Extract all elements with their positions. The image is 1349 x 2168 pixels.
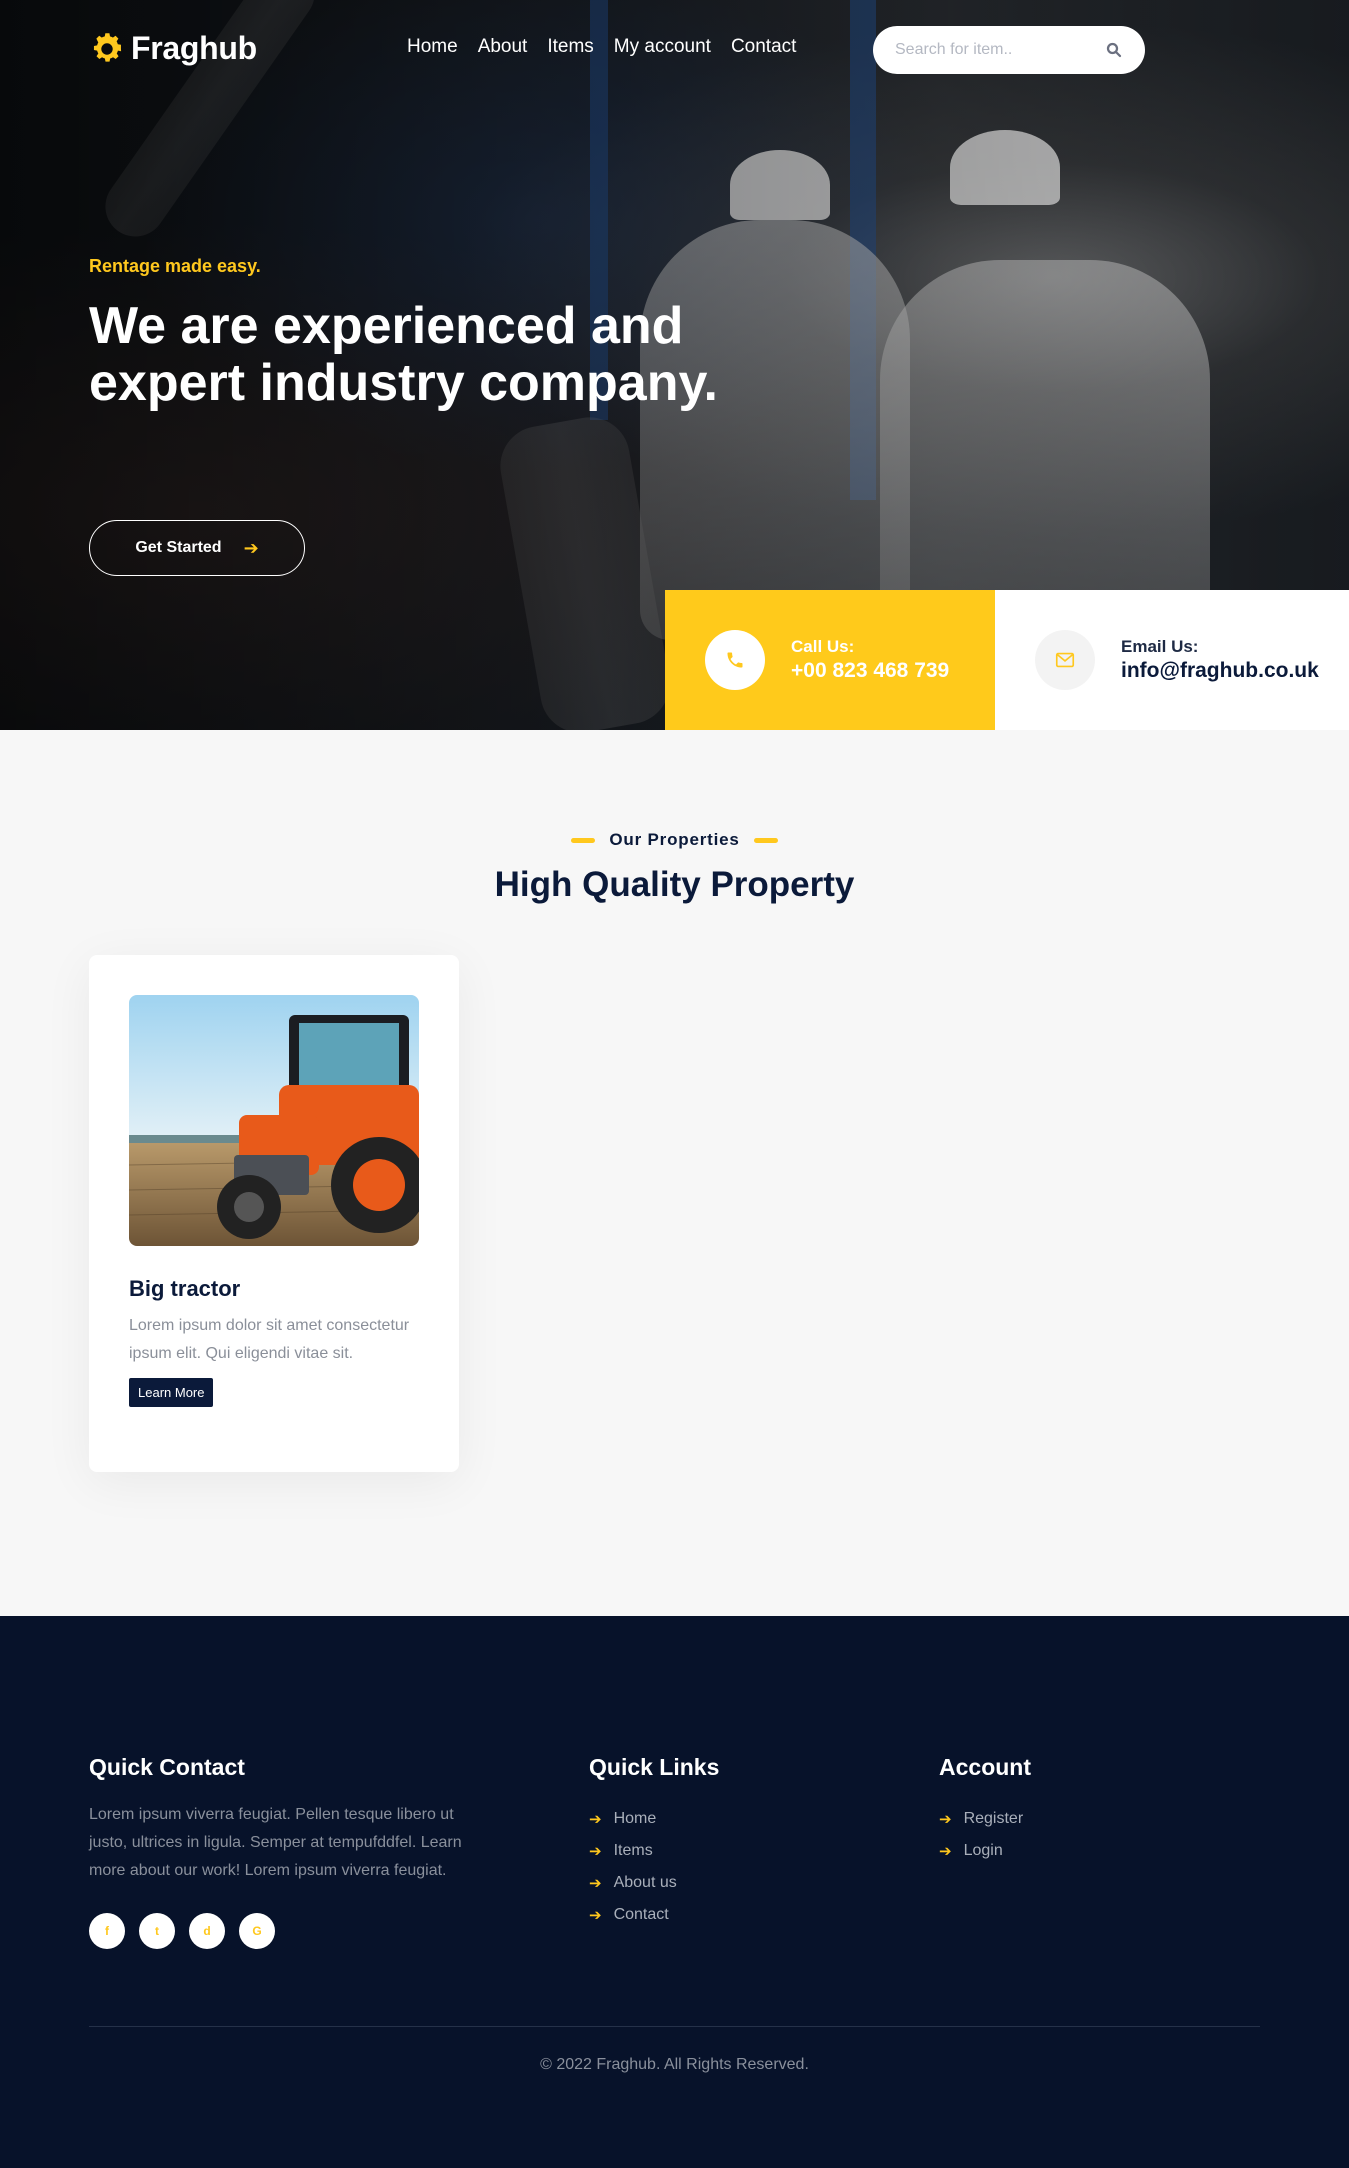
- eyebrow-dash: [753, 837, 778, 843]
- tractor-illustration: [129, 995, 419, 1246]
- footer-link-login[interactable]: ➔ Login: [939, 1835, 1031, 1867]
- footer-link-home[interactable]: ➔ Home: [589, 1803, 719, 1835]
- quick-links-list: ➔ Home ➔ Items ➔ About us ➔ Contact: [589, 1803, 719, 1931]
- search-box: [873, 26, 1145, 74]
- properties-section: Our Properties High Quality Property Big…: [0, 730, 1349, 1616]
- hero-tagline: Rentage made easy.: [89, 256, 261, 276]
- account-title: Account: [939, 1754, 1031, 1780]
- property-description: Lorem ipsum dolor sit amet consectetur i…: [129, 1317, 410, 1362]
- twitter-icon[interactable]: t: [139, 1913, 175, 1949]
- arrow-right-icon: ➔: [589, 1810, 602, 1828]
- footer-link-items[interactable]: ➔ Items: [589, 1835, 719, 1867]
- footer-link-label: Home: [613, 1810, 657, 1827]
- hero-section: Fraghub Home About Items My account Cont…: [0, 0, 1349, 730]
- arrow-right-icon: ➔: [589, 1906, 602, 1924]
- facebook-icon[interactable]: f: [89, 1913, 125, 1949]
- footer-link-label: Contact: [613, 1906, 669, 1923]
- footer-link-contact[interactable]: ➔ Contact: [589, 1899, 719, 1931]
- footer-link-about-us[interactable]: ➔ About us: [589, 1867, 719, 1899]
- quick-links-column: Quick Links ➔ Home ➔ Items ➔ About us ➔ Cont…: [589, 1754, 719, 1931]
- logo[interactable]: Fraghub: [89, 30, 257, 67]
- nav-contact[interactable]: Contact: [731, 36, 796, 58]
- search-icon[interactable]: [1105, 41, 1123, 59]
- footer-divider: [89, 2026, 1260, 2027]
- phone-number[interactable]: +00 823 468 739: [791, 659, 949, 683]
- hero-headline: We are experienced and expert industry c…: [89, 297, 718, 412]
- search-input[interactable]: [895, 41, 1095, 59]
- main-menu: Home About Items My account Contact: [407, 36, 796, 58]
- mail-icon-circle: [1035, 630, 1095, 690]
- phone-icon: [727, 652, 743, 668]
- footer-link-label: Items: [613, 1842, 653, 1859]
- footer-link-label: Login: [963, 1842, 1003, 1859]
- nav-items[interactable]: Items: [547, 36, 593, 58]
- nav-home[interactable]: Home: [407, 36, 458, 58]
- section-eyebrow: Our Properties: [0, 830, 1349, 850]
- top-navigation: Fraghub Home About Items My account Cont…: [0, 0, 1349, 100]
- footer: Quick Contact Lorem ipsum viverra feugia…: [0, 1616, 1349, 2168]
- call-us-label: Call Us:: [791, 637, 855, 656]
- quick-links-title: Quick Links: [589, 1754, 720, 1780]
- mail-icon: [1055, 652, 1075, 668]
- get-started-label: Get Started: [135, 539, 222, 556]
- section-title: High Quality Property: [494, 865, 855, 904]
- dribbble-icon[interactable]: d: [189, 1913, 225, 1949]
- arrow-right-icon: ➔: [939, 1810, 952, 1828]
- copyright-text: © 2022 Fraghub. All Rights Reserved.: [540, 2056, 809, 2073]
- footer-link-label: Register: [963, 1810, 1024, 1827]
- account-links-list: ➔ Register ➔ Login: [939, 1803, 1031, 1867]
- google-icon[interactable]: G: [239, 1913, 275, 1949]
- eyebrow-text: Our Properties: [609, 830, 740, 849]
- call-us-box[interactable]: Call Us: +00 823 468 739: [665, 590, 995, 730]
- tractor-image[interactable]: [129, 995, 419, 1246]
- phone-icon-circle: [705, 630, 765, 690]
- property-title: Big tractor: [129, 1276, 241, 1301]
- quick-contact-text: Lorem ipsum viverra feugiat. Pellen tesq…: [89, 1806, 462, 1879]
- get-started-button[interactable]: Get Started ➔: [89, 520, 305, 576]
- footer-link-register[interactable]: ➔ Register: [939, 1803, 1031, 1835]
- email-address[interactable]: info@fraghub.co.uk: [1121, 659, 1319, 683]
- account-column: Account ➔ Register ➔ Login: [939, 1754, 1031, 1867]
- arrow-right-icon: ➔: [939, 1842, 952, 1860]
- nav-my-account[interactable]: My account: [614, 36, 711, 58]
- brand-name: Fraghub: [131, 30, 257, 66]
- email-us-box[interactable]: Email Us: info@fraghub.co.uk: [995, 590, 1349, 730]
- social-links: f t d G: [89, 1913, 489, 1949]
- footer-link-label: About us: [613, 1874, 677, 1891]
- contact-strip: Call Us: +00 823 468 739 Email Us: info@…: [665, 590, 1349, 730]
- arrow-right-icon: ➔: [589, 1842, 602, 1860]
- quick-contact-title: Quick Contact: [89, 1754, 245, 1780]
- eyebrow-dash: [571, 837, 596, 843]
- arrow-right-icon: ➔: [589, 1874, 602, 1892]
- nav-about[interactable]: About: [478, 36, 528, 58]
- gear-icon: [93, 32, 122, 62]
- email-us-label: Email Us:: [1121, 637, 1199, 656]
- arrow-right-icon: ➔: [243, 537, 259, 559]
- property-card: Big tractor Lorem ipsum dolor sit amet c…: [89, 955, 459, 1472]
- learn-more-button[interactable]: Learn More: [129, 1378, 214, 1407]
- quick-contact-column: Quick Contact Lorem ipsum viverra feugia…: [89, 1754, 489, 1949]
